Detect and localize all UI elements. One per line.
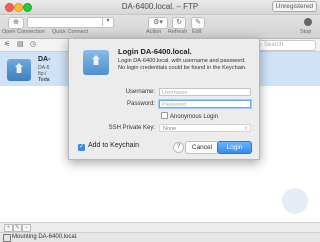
password-field[interactable]: Password [159, 100, 251, 108]
globe-plus-icon: ⊕ [13, 19, 19, 26]
stop-button[interactable] [304, 18, 312, 26]
refresh-icon: ↻ [176, 19, 182, 26]
app-logo-watermark [282, 188, 308, 214]
stop-label: Stop [300, 29, 312, 35]
bookmarks-icon[interactable]: ▤ [17, 40, 24, 48]
action-button[interactable]: ⚙▾ [148, 17, 168, 29]
unregistered-badge[interactable]: Unregistered [271, 1, 317, 12]
edit-bookmark-button[interactable]: ✎ [13, 224, 22, 232]
refresh-button[interactable]: ↻ [172, 17, 186, 29]
login-button[interactable]: Login [217, 141, 252, 154]
gear-icon: ⚙▾ [153, 19, 163, 26]
toolbar: ⊕ ▾ ⚙▾ ↻ ✎ Open Connection Quick Connect… [0, 15, 320, 39]
edit-button[interactable]: ✎ [191, 17, 205, 29]
list-item-title: DA- [38, 56, 51, 63]
title-bar: DA-6400.local. – FTP Unregistered [0, 0, 320, 15]
cancel-button[interactable]: Cancel [185, 141, 219, 154]
login-message: Login DA-6400.local. with username and p… [118, 58, 247, 71]
login-sheet: Login DA-6400.local. Login DA-6400.local… [68, 38, 260, 160]
add-to-keychain-checkbox[interactable]: ✓ Add to Keychain [78, 142, 139, 151]
ssh-key-select[interactable]: None ⇕ [159, 124, 251, 132]
ftp-window: DA-6400.local. – FTP Unregistered ⊕ ▾ ⚙▾… [0, 0, 320, 242]
bottom-bar: + ✎ − [0, 222, 320, 232]
password-label: Password: [126, 101, 155, 107]
checkbox-icon [161, 112, 168, 119]
filter-icon[interactable]: ⚟ [4, 40, 10, 48]
open-connection-button[interactable]: ⊕ [8, 17, 24, 29]
help-button[interactable]: ? [173, 142, 184, 153]
chevron-updown-icon: ⇕ [243, 126, 248, 132]
refresh-label: Refresh [168, 29, 188, 35]
edit-label: Edit [192, 29, 202, 35]
action-label: Action [146, 29, 162, 35]
remove-bookmark-button[interactable]: − [22, 224, 31, 232]
anonymous-login-checkbox[interactable]: Anonymous Login [161, 112, 218, 120]
quick-connect-label: Quick Connect [52, 29, 89, 35]
checkmark-icon: ✓ [78, 144, 85, 151]
history-icon[interactable]: ◷ [30, 40, 36, 48]
username-field[interactable]: Username [159, 88, 251, 96]
add-bookmark-button[interactable]: + [4, 224, 13, 232]
search-input[interactable]: ⌕ Search [255, 40, 316, 51]
list-item-date: Toda [38, 77, 50, 83]
quick-connect-combo[interactable] [27, 17, 114, 28]
ssh-key-label: SSH Private Key: [108, 125, 155, 131]
open-connection-label: Open Connection [2, 29, 45, 35]
server-icon [7, 59, 31, 81]
login-title: Login DA-6400.local. [118, 47, 192, 56]
server-icon [83, 50, 109, 75]
pencil-icon: ✎ [195, 19, 201, 26]
username-label: Username: [125, 89, 155, 95]
chevron-down-icon[interactable]: ▾ [102, 17, 113, 26]
status-text: Mounting DA-6400.local. [12, 234, 78, 240]
